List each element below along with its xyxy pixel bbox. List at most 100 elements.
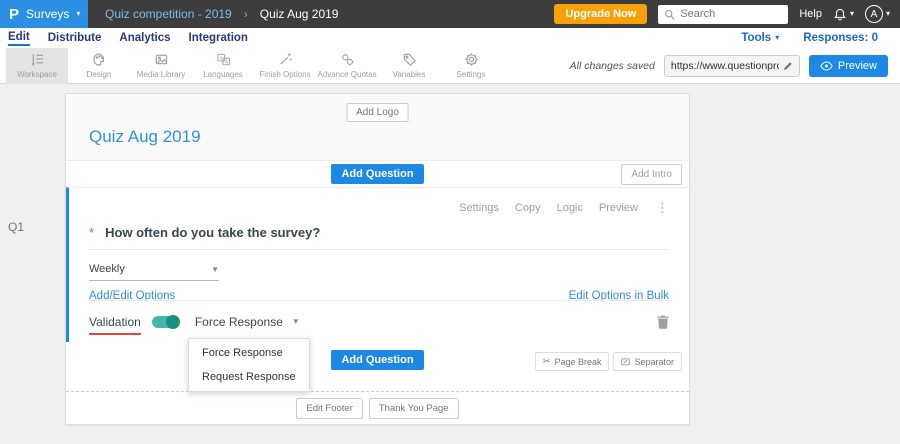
tab-distribute[interactable]: Distribute <box>48 31 102 45</box>
product-switcher-label: Surveys <box>26 7 70 21</box>
scissors-icon: ✂ <box>542 356 551 366</box>
selected-option-label: Weekly <box>89 263 125 275</box>
toolbar-item-label: Advance Quotas <box>317 70 377 79</box>
survey-title[interactable]: Quiz Aug 2019 <box>89 127 201 147</box>
chevron-down-icon: ▾ <box>76 9 81 18</box>
toolbar-item-label: Languages <box>203 70 243 79</box>
thank-you-page-button[interactable]: Thank You Page <box>368 397 459 419</box>
page-tools: ✂ Page Break Separator <box>534 352 682 371</box>
toolbar-item-label: Variables <box>392 70 426 79</box>
toolbar-item-languages[interactable]: xA Languages <box>192 48 254 84</box>
wand-icon <box>278 52 293 67</box>
add-question-strip-top: Add Question Add Intro <box>66 161 689 187</box>
separator-label: Separator <box>634 356 674 367</box>
survey-editor-canvas: Q1 Add Logo Quiz Aug 2019 Add Question A… <box>0 84 900 444</box>
tab-integration[interactable]: Integration <box>189 31 248 45</box>
survey-url-field[interactable]: https://www.questionpro.com/t/APNrFZ <box>663 54 800 77</box>
eye-icon <box>820 60 833 71</box>
pencil-icon[interactable] <box>783 61 793 71</box>
preview-button[interactable]: Preview <box>808 54 888 77</box>
preview-label: Preview <box>837 59 877 72</box>
edit-footer-button[interactable]: Edit Footer <box>296 397 363 419</box>
survey-url: https://www.questionpro.com/t/APNrFZ <box>670 59 779 72</box>
brand-menu[interactable]: P Surveys ▾ <box>0 0 88 28</box>
question-settings-link[interactable]: Settings <box>459 202 499 214</box>
breadcrumb-separator-icon: › <box>243 7 248 21</box>
svg-text:A: A <box>224 59 228 65</box>
topbar-actions: Upgrade Now Help ▾ A ▾ <box>554 4 900 24</box>
question-preview-link[interactable]: Preview <box>599 202 638 214</box>
add-question-button[interactable]: Add Question <box>331 164 424 184</box>
toolbar-item-design[interactable]: Design <box>68 48 130 84</box>
search-input[interactable] <box>680 8 783 20</box>
question-logic-link[interactable]: Logic <box>557 202 583 214</box>
help-link[interactable]: Help <box>799 8 822 20</box>
toolbar-item-workspace[interactable]: Workspace <box>6 47 68 84</box>
toolbar-item-settings[interactable]: Settings <box>440 48 502 84</box>
toggle-knob <box>165 314 180 329</box>
tools-label: Tools <box>741 32 772 44</box>
toolbar-item-variables[interactable]: Variables <box>378 48 440 84</box>
chevron-down-icon: ▼ <box>291 317 300 326</box>
validation-row: Validation Force Response ▼ <box>89 300 669 342</box>
survey-header-section: Add Logo Quiz Aug 2019 <box>66 94 689 161</box>
account-menu[interactable]: A ▾ <box>864 5 890 23</box>
breadcrumb-folder[interactable]: Quiz competition - 2019 <box>105 7 232 21</box>
workspace-toolbar: Workspace Design Media Library xA Langua… <box>0 47 900 84</box>
responses-link[interactable]: Responses: 0 <box>803 32 878 44</box>
chevron-down-icon: ▾ <box>885 9 890 18</box>
validation-mode-label: Force Response <box>194 314 283 329</box>
question-text-row: * How often do you take the survey? <box>89 225 669 250</box>
separator-icon <box>621 357 631 366</box>
add-question-button[interactable]: Add Question <box>331 350 424 370</box>
bell-icon <box>833 7 847 22</box>
palette-icon <box>92 52 107 67</box>
delete-question-button[interactable] <box>657 315 669 329</box>
question-text[interactable]: How often do you take the survey? <box>105 225 320 240</box>
breadcrumb-survey-name[interactable]: Quiz Aug 2019 <box>260 7 339 21</box>
separator-button[interactable]: Separator <box>613 352 682 371</box>
validation-toggle[interactable] <box>151 314 180 329</box>
required-marker: * <box>89 225 95 240</box>
question-block: Settings Copy Logic Preview ⋮ * How ofte… <box>66 187 689 392</box>
chevron-down-icon: ▾ <box>849 9 854 18</box>
toolbar-item-media-library[interactable]: Media Library <box>130 48 192 84</box>
avatar: A <box>864 5 883 23</box>
question-copy-link[interactable]: Copy <box>515 202 541 214</box>
add-question-strip-bottom: Add Question ✂ Page Break Separator <box>66 342 689 391</box>
tag-icon <box>402 52 417 67</box>
toolbar-item-finish-options[interactable]: Finish Options <box>254 48 316 84</box>
kebab-menu-icon[interactable]: ⋮ <box>656 200 669 216</box>
workspace-icon <box>30 52 45 67</box>
question-actions: Settings Copy Logic Preview ⋮ <box>89 188 669 216</box>
toolbar-right: All changes saved https://www.questionpr… <box>569 54 900 77</box>
save-status: All changes saved <box>569 59 655 72</box>
page-break-label: Page Break <box>554 356 602 367</box>
svg-text:x: x <box>219 56 222 62</box>
tab-edit[interactable]: Edit <box>8 30 30 46</box>
translate-icon: xA <box>216 52 231 67</box>
global-search[interactable] <box>658 4 789 24</box>
questionpro-logo-icon: P <box>9 5 20 23</box>
add-intro-button[interactable]: Add Intro <box>621 164 682 185</box>
add-logo-button[interactable]: Add Logo <box>346 103 409 122</box>
validation-mode-select[interactable]: Force Response ▼ <box>195 315 300 329</box>
trash-icon <box>657 315 669 329</box>
tab-analytics[interactable]: Analytics <box>119 31 170 45</box>
upgrade-now-button[interactable]: Upgrade Now <box>554 4 648 24</box>
gear-icon <box>464 52 479 67</box>
question-id-label: Q1 <box>8 220 25 234</box>
chevron-down-icon: ▾ <box>775 33 780 42</box>
tools-menu[interactable]: Tools ▾ <box>741 32 779 44</box>
links-icon <box>340 52 355 67</box>
top-bar: P Surveys ▾ Quiz competition - 2019 › Qu… <box>0 0 900 28</box>
toolbar-item-label: Design <box>86 70 112 79</box>
dropdown-option-force-response[interactable]: Force Response <box>189 341 309 365</box>
notifications-menu[interactable]: ▾ <box>833 7 854 22</box>
toolbar-item-advance-quotas[interactable]: Advance Quotas <box>316 48 378 84</box>
page-break-button[interactable]: ✂ Page Break <box>534 352 610 371</box>
answer-option-select[interactable]: Weekly ▼ <box>89 263 219 281</box>
dropdown-option-request-response[interactable]: Request Response <box>189 365 309 389</box>
image-icon <box>154 52 169 67</box>
search-icon <box>664 9 675 20</box>
